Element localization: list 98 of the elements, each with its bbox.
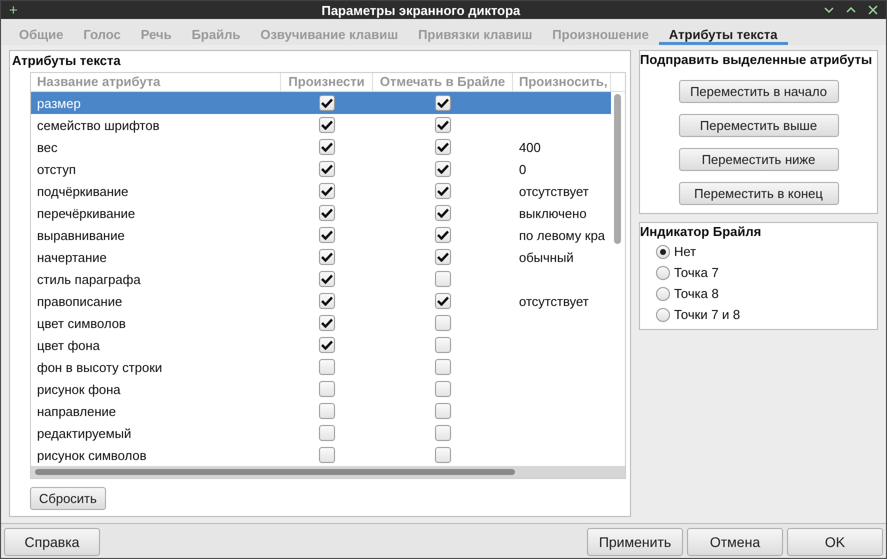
table-row[interactable]: редактируемый — [31, 422, 611, 444]
move-button[interactable]: Переместить выше — [678, 114, 838, 137]
checkbox[interactable] — [319, 183, 335, 199]
reset-button[interactable]: Сбросить — [30, 487, 106, 510]
attribute-name: рисунок фона — [36, 382, 122, 396]
radio-option[interactable]: Точка 7 — [640, 262, 877, 283]
checkbox[interactable] — [319, 95, 335, 111]
table-row[interactable]: подчёркивание отсутствует — [31, 180, 611, 202]
checkbox[interactable] — [435, 315, 451, 331]
checkbox[interactable] — [319, 205, 335, 221]
checkbox[interactable] — [435, 227, 451, 243]
table-row[interactable]: правописание отсутствует — [31, 290, 611, 312]
table-row[interactable]: цвет символов — [31, 312, 611, 334]
checkbox[interactable] — [435, 95, 451, 111]
radio-option[interactable]: Точка 8 — [640, 283, 877, 304]
table-row[interactable]: цвет фона — [31, 334, 611, 356]
attribute-name: фон в высоту строки — [36, 360, 164, 374]
attribute-name: отступ — [36, 162, 77, 176]
move-button[interactable]: Переместить ниже — [678, 148, 838, 171]
attribute-value: выключено — [519, 206, 587, 220]
attribute-name: перечёркивание — [36, 206, 136, 220]
checkbox[interactable] — [319, 293, 335, 309]
checkbox[interactable] — [319, 249, 335, 265]
group-title: Подправить выделенные атрибуты — [640, 52, 874, 69]
checkbox[interactable] — [435, 161, 451, 177]
checkbox[interactable] — [435, 271, 451, 287]
checkbox[interactable] — [319, 227, 335, 243]
table-row[interactable]: рисунок фона — [31, 378, 611, 400]
checkbox[interactable] — [319, 161, 335, 177]
checkbox[interactable] — [319, 425, 335, 441]
attribute-name: направление — [36, 404, 118, 418]
close-icon[interactable] — [868, 5, 878, 15]
checkbox[interactable] — [435, 249, 451, 265]
checkbox[interactable] — [435, 381, 451, 397]
table-row[interactable]: семейство шрифтов — [31, 114, 611, 136]
attribute-value: 400 — [519, 140, 541, 154]
radio-option[interactable]: Нет — [640, 241, 877, 262]
checkbox[interactable] — [435, 403, 451, 419]
checkbox[interactable] — [435, 183, 451, 199]
attribute-value: отсутствует — [519, 294, 589, 308]
table-row[interactable]: фон в высоту строки — [31, 356, 611, 378]
window-menu-button[interactable]: + — [9, 2, 18, 18]
chevron-up-icon[interactable] — [846, 6, 856, 14]
checkbox[interactable] — [319, 447, 335, 463]
checkbox[interactable] — [435, 359, 451, 375]
radio-option[interactable]: Точки 7 и 8 — [640, 304, 877, 325]
attribute-value: отсутствует — [519, 184, 589, 198]
scrollbar-thumb[interactable] — [35, 469, 515, 475]
table-row[interactable]: начертание обычный — [31, 246, 611, 268]
scrollbar-thumb[interactable] — [614, 94, 621, 244]
table-row[interactable]: выравнивание по левому кра — [31, 224, 611, 246]
attribute-name: стиль параграфа — [36, 272, 142, 286]
attribute-value: по левому кра — [519, 228, 606, 242]
attribute-name: цвет символов — [36, 316, 127, 330]
move-button[interactable]: Переместить в начало — [678, 80, 838, 103]
table-row[interactable]: перечёркивание выключено — [31, 202, 611, 224]
checkbox[interactable] — [319, 337, 335, 353]
checkbox[interactable] — [319, 403, 335, 419]
checkbox[interactable] — [319, 117, 335, 133]
checkbox[interactable] — [319, 271, 335, 287]
attribute-name: вес — [36, 140, 58, 154]
move-button[interactable]: Переместить в конец — [678, 182, 838, 205]
table-row[interactable]: вес 400 — [31, 136, 611, 158]
table-row[interactable]: отступ 0 — [31, 158, 611, 180]
attribute-name: размер — [36, 96, 82, 110]
checkbox[interactable] — [319, 315, 335, 331]
group-title: Индикатор Брайля — [640, 224, 762, 241]
dialog-button[interactable]: Применить — [587, 528, 683, 556]
attribute-value: 0 — [519, 162, 526, 176]
attribute-name: редактируемый — [36, 426, 132, 440]
table-row[interactable]: стиль параграфа — [31, 268, 611, 290]
table-row[interactable]: направление — [31, 400, 611, 422]
table-row[interactable]: размер — [31, 92, 611, 114]
attribute-name: цвет фона — [36, 338, 101, 352]
checkbox[interactable] — [319, 139, 335, 155]
dialog-button[interactable]: OK — [787, 528, 883, 556]
checkbox[interactable] — [435, 337, 451, 353]
dialog-button[interactable]: Отмена — [687, 528, 783, 556]
window-title: Параметры экранного диктора — [320, 2, 522, 18]
checkbox[interactable] — [435, 117, 451, 133]
attribute-name: семейство шрифтов — [36, 118, 160, 132]
checkbox[interactable] — [319, 381, 335, 397]
attribute-name: правописание — [36, 294, 124, 308]
group-title: Атрибуты текста — [12, 53, 122, 70]
checkbox[interactable] — [435, 447, 451, 463]
chevron-down-icon[interactable] — [824, 6, 834, 14]
checkbox[interactable] — [319, 359, 335, 375]
attribute-value: обычный — [519, 250, 574, 264]
checkbox[interactable] — [435, 205, 451, 221]
help-button[interactable]: Справка — [4, 528, 100, 556]
checkbox[interactable] — [435, 425, 451, 441]
attribute-name: начертание — [36, 250, 108, 264]
checkbox[interactable] — [435, 293, 451, 309]
checkbox[interactable] — [435, 139, 451, 155]
attribute-name: подчёркивание — [36, 184, 130, 198]
attribute-name: выравнивание — [36, 228, 126, 242]
table-row[interactable]: рисунок символов — [31, 444, 611, 466]
attribute-name: рисунок символов — [36, 448, 148, 462]
